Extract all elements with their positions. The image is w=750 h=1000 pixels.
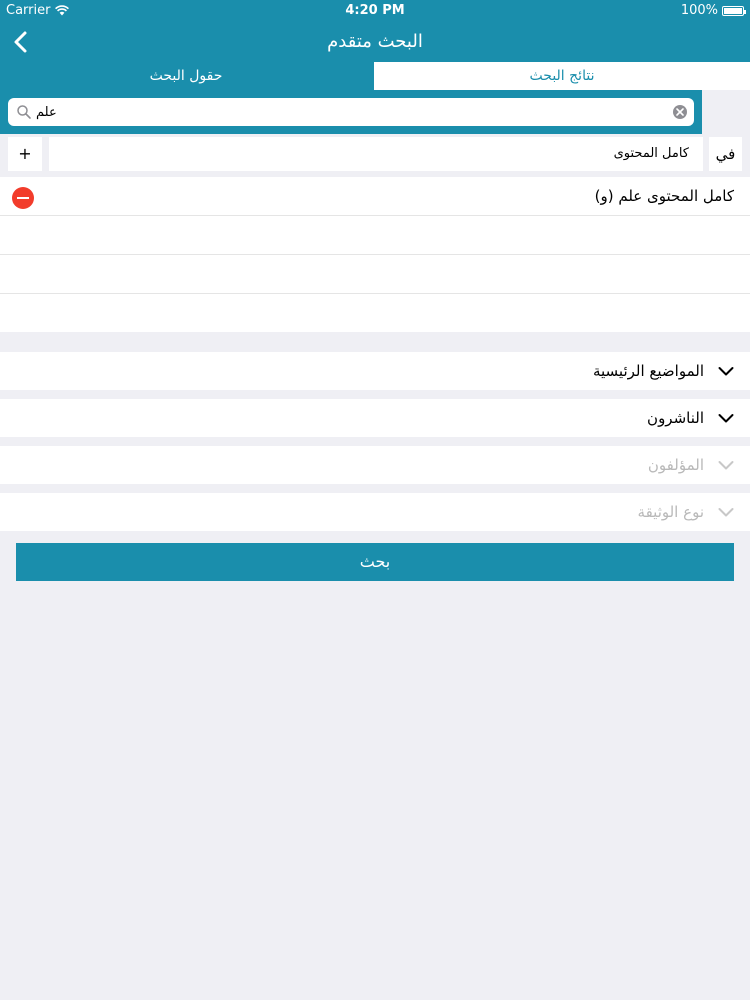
field-select-value: كامل المحتوى bbox=[613, 146, 689, 161]
remove-criterion-icon[interactable] bbox=[12, 187, 34, 209]
page-title: البحث متقدم bbox=[327, 31, 423, 52]
status-bar: Carrier 4:20 PM 100% bbox=[0, 0, 750, 22]
criteria-row: (و) كامل المحتوى علم bbox=[0, 177, 750, 216]
in-label: في bbox=[709, 137, 742, 171]
battery-label: 100% bbox=[680, 3, 718, 18]
search-box bbox=[8, 98, 694, 126]
filter-label: المواضيع الرئيسية bbox=[592, 362, 704, 380]
filter-label: الناشرون bbox=[647, 409, 704, 427]
search-icon bbox=[17, 105, 31, 119]
chevron-down-icon bbox=[718, 367, 734, 376]
add-criterion-button[interactable]: + bbox=[8, 137, 42, 171]
segmented-tabs: حقول البحث نتائج البحث bbox=[0, 62, 750, 90]
criteria-list: (و) كامل المحتوى علم bbox=[0, 177, 750, 332]
search-area bbox=[0, 90, 702, 134]
clear-search-icon[interactable] bbox=[672, 104, 688, 120]
filter-publishers[interactable]: الناشرون bbox=[0, 399, 750, 437]
chevron-down-icon bbox=[718, 461, 734, 470]
empty-criteria-row bbox=[0, 216, 750, 255]
filter-document-type[interactable]: نوع الوثيقة bbox=[0, 493, 750, 531]
chevron-down-icon bbox=[718, 414, 734, 423]
status-time: 4:20 PM bbox=[345, 3, 405, 18]
search-input[interactable] bbox=[36, 101, 656, 123]
field-select[interactable]: كامل المحتوى bbox=[49, 137, 703, 171]
field-selector-row: + كامل المحتوى في bbox=[0, 137, 750, 173]
criteria-text: (و) كامل المحتوى علم bbox=[594, 187, 734, 205]
empty-criteria-row bbox=[0, 255, 750, 294]
tab-search-fields[interactable]: حقول البحث bbox=[0, 62, 372, 90]
chevron-down-icon bbox=[718, 508, 734, 517]
filter-main-subjects[interactable]: المواضيع الرئيسية bbox=[0, 352, 750, 390]
battery-group: 100% bbox=[680, 3, 746, 18]
navigation-bar: البحث متقدم bbox=[0, 22, 750, 62]
filter-label: المؤلفون bbox=[647, 456, 704, 474]
search-button[interactable]: بحث bbox=[16, 543, 734, 581]
filter-authors[interactable]: المؤلفون bbox=[0, 446, 750, 484]
filter-label: نوع الوثيقة bbox=[637, 503, 704, 521]
battery-icon bbox=[722, 5, 746, 16]
tab-search-results[interactable]: نتائج البحث bbox=[374, 62, 750, 90]
empty-criteria-row bbox=[0, 294, 750, 332]
